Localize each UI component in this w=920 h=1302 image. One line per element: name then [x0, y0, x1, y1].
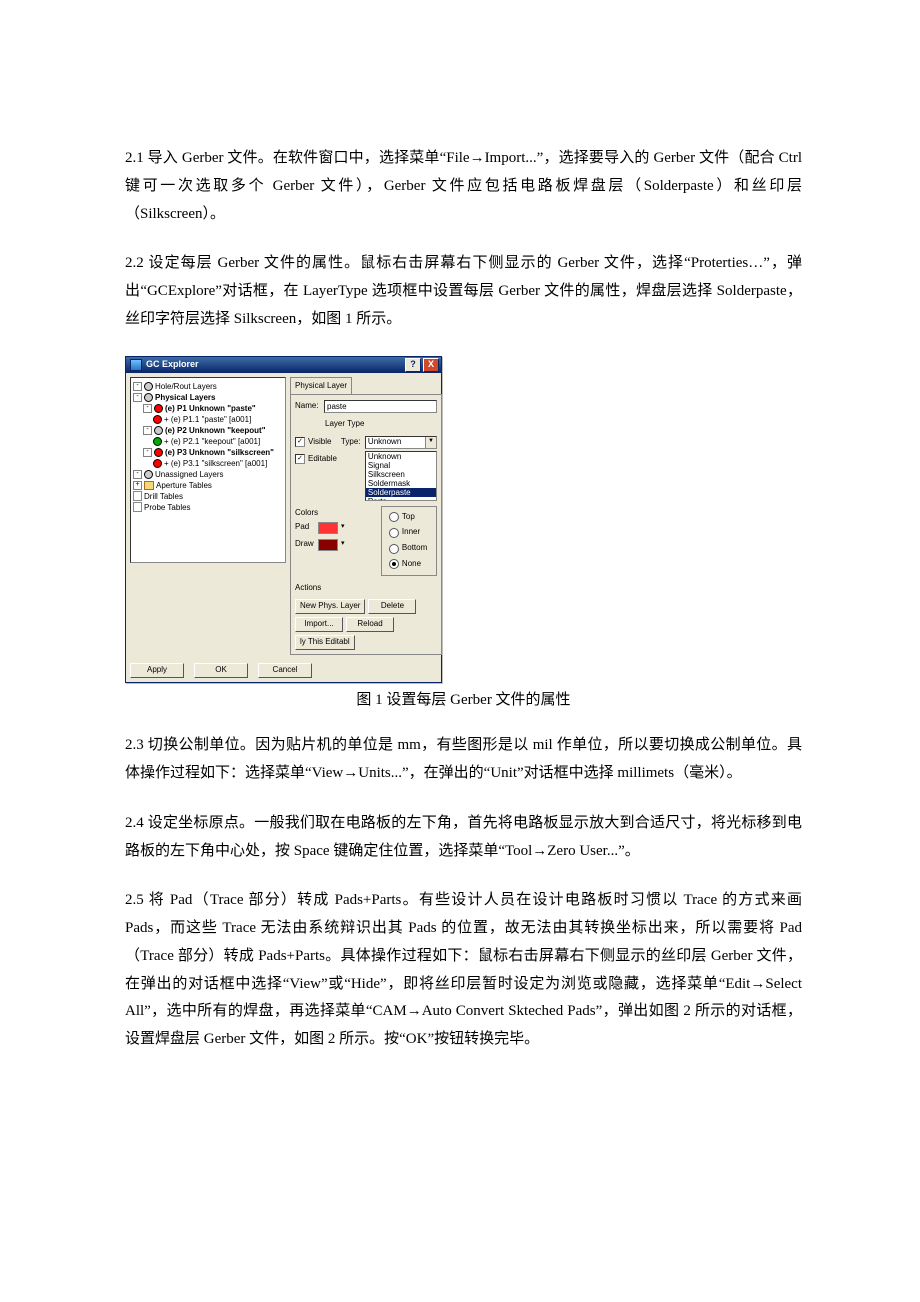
pad-color-swatch[interactable]	[318, 522, 338, 534]
visible-label: Visible	[308, 435, 331, 450]
close-button[interactable]: X	[423, 358, 439, 372]
radio-label: Inner	[402, 525, 420, 540]
paragraph-2-4: 2.4 设定坐标原点。一般我们取在电路板的左下角，首先将电路板显示放大到合适尺寸…	[125, 810, 802, 866]
dropdown-icon[interactable]: ▾	[341, 538, 345, 551]
help-button[interactable]: ?	[405, 358, 421, 372]
type-option[interactable]: Soldermask	[366, 479, 436, 488]
ok-button[interactable]: OK	[194, 663, 248, 678]
tree-toggle-icon[interactable]: -	[143, 404, 152, 413]
type-combo-value: Unknown	[366, 435, 425, 450]
eye-icon[interactable]	[144, 382, 153, 391]
tree-node[interactable]: (e) P3 Unknown "silkscreen"	[165, 448, 274, 457]
type-option[interactable]: Silkscreen	[366, 470, 436, 479]
colors-label: Colors	[295, 506, 377, 521]
actions-label: Actions	[295, 581, 437, 596]
cancel-button[interactable]: Cancel	[258, 663, 312, 678]
pad-color-label: Pad	[295, 520, 315, 535]
eye-icon[interactable]	[153, 459, 162, 468]
app-icon	[130, 359, 142, 371]
side-radio-group: Top Inner Bottom None	[389, 510, 433, 572]
apply-button[interactable]: Apply	[130, 663, 184, 678]
tree-toggle-icon[interactable]: +	[133, 481, 142, 490]
side-bottom-radio[interactable]: Bottom	[389, 541, 433, 556]
tree-node[interactable]: Hole/Rout Layers	[155, 382, 217, 391]
import-button[interactable]: Import...	[295, 617, 343, 632]
eye-icon[interactable]	[153, 415, 162, 424]
editable-label: Editable	[308, 452, 337, 467]
tree-node[interactable]: + (e) P2.1 "keepout" [a001]	[164, 437, 260, 446]
dialog-footer: Apply OK Cancel	[126, 659, 441, 682]
draw-color-swatch[interactable]	[318, 539, 338, 551]
tree-node[interactable]: + (e) P3.1 "silkscreen" [a001]	[164, 459, 267, 468]
gc-explorer-dialog: GC Explorer ? X -Hole/Rout Layers -Physi…	[125, 356, 442, 683]
radio-label: None	[402, 557, 421, 572]
name-field[interactable]: paste	[324, 400, 437, 413]
tree-toggle-icon[interactable]: -	[133, 470, 142, 479]
document-page: 2.1 导入 Gerber 文件。在软件窗口中，选择菜单“File→Import…	[0, 0, 920, 1302]
tree-node[interactable]: + (e) P1.1 "paste" [a001]	[164, 415, 251, 424]
form-panel: Name: paste Layer Type ✓Visible ✓Editabl…	[290, 394, 442, 654]
radio-label: Bottom	[402, 541, 427, 556]
properties-panel: Physical Layer Name: paste Layer Type ✓V…	[290, 377, 442, 655]
name-label: Name:	[295, 399, 321, 414]
tree-node[interactable]: Probe Tables	[144, 503, 191, 512]
editable-checkbox[interactable]: ✓Editable	[295, 452, 337, 467]
type-option[interactable]: Unknown	[366, 452, 436, 461]
side-none-radio[interactable]: None	[389, 557, 433, 572]
tree-node[interactable]: Aperture Tables	[156, 481, 212, 490]
delete-button[interactable]: Delete	[368, 599, 416, 614]
type-combo[interactable]: Unknown ▼	[365, 436, 437, 449]
eye-icon[interactable]	[153, 437, 162, 446]
tree-toggle-icon[interactable]: -	[133, 382, 142, 391]
eye-icon[interactable]	[144, 393, 153, 402]
tree-node[interactable]: Physical Layers	[155, 393, 215, 402]
dialog-title: GC Explorer	[146, 356, 403, 373]
tree-toggle-icon[interactable]: -	[143, 448, 152, 457]
paragraph-2-2: 2.2 设定每层 Gerber 文件的属性。鼠标右击屏幕右下侧显示的 Gerbe…	[125, 250, 802, 333]
table-icon	[133, 491, 142, 501]
table-icon	[133, 502, 142, 512]
tree-node[interactable]: (e) P2 Unknown "keepout"	[165, 426, 265, 435]
tree-toggle-icon[interactable]: -	[133, 393, 142, 402]
visible-checkbox[interactable]: ✓Visible	[295, 435, 337, 450]
figure-1: GC Explorer ? X -Hole/Rout Layers -Physi…	[125, 356, 802, 683]
side-top-radio[interactable]: Top	[389, 510, 433, 525]
draw-color-label: Draw	[295, 537, 315, 552]
tree-node[interactable]: Drill Tables	[144, 492, 183, 501]
reload-button[interactable]: Reload	[346, 617, 394, 632]
figure-1-caption: 图 1 设置每层 Gerber 文件的属性	[125, 687, 802, 715]
radio-label: Top	[402, 510, 415, 525]
type-option[interactable]: Parts	[366, 497, 436, 501]
tree-node[interactable]: Unassigned Layers	[155, 470, 223, 479]
eye-icon[interactable]	[154, 426, 163, 435]
tab-row: Physical Layer	[290, 377, 442, 395]
chevron-down-icon[interactable]: ▼	[425, 437, 436, 448]
dropdown-icon[interactable]: ▾	[341, 521, 345, 534]
dialog-titlebar[interactable]: GC Explorer ? X	[126, 357, 441, 373]
paragraph-2-5: 2.5 将 Pad（Trace 部分）转成 Pads+Parts。有些设计人员在…	[125, 887, 802, 1054]
layer-type-heading: Layer Type	[325, 417, 437, 432]
eye-icon[interactable]	[154, 448, 163, 457]
new-layer-button[interactable]: New Phys. Layer	[295, 599, 365, 614]
type-option[interactable]: Signal	[366, 461, 436, 470]
paragraph-2-1: 2.1 导入 Gerber 文件。在软件窗口中，选择菜单“File→Import…	[125, 145, 802, 228]
tree-toggle-icon[interactable]: -	[143, 426, 152, 435]
layer-tree[interactable]: -Hole/Rout Layers -Physical Layers -(e) …	[130, 377, 286, 563]
type-option-selected[interactable]: Solderpaste	[366, 488, 436, 497]
dialog-body: -Hole/Rout Layers -Physical Layers -(e) …	[126, 373, 441, 659]
eye-icon[interactable]	[154, 404, 163, 413]
tree-node[interactable]: (e) P1 Unknown "paste"	[165, 404, 256, 413]
tab-physical-layer[interactable]: Physical Layer	[290, 377, 352, 395]
eye-icon[interactable]	[144, 470, 153, 479]
paragraph-2-3: 2.3 切换公制单位。因为贴片机的单位是 mm，有些图形是以 mil 作单位，所…	[125, 732, 802, 788]
only-this-editable-button[interactable]: ly This Editabl	[295, 635, 355, 650]
folder-icon	[144, 481, 154, 490]
type-listbox[interactable]: Unknown Signal Silkscreen Soldermask Sol…	[365, 451, 437, 501]
type-label: Type:	[341, 435, 363, 450]
side-inner-radio[interactable]: Inner	[389, 525, 433, 540]
